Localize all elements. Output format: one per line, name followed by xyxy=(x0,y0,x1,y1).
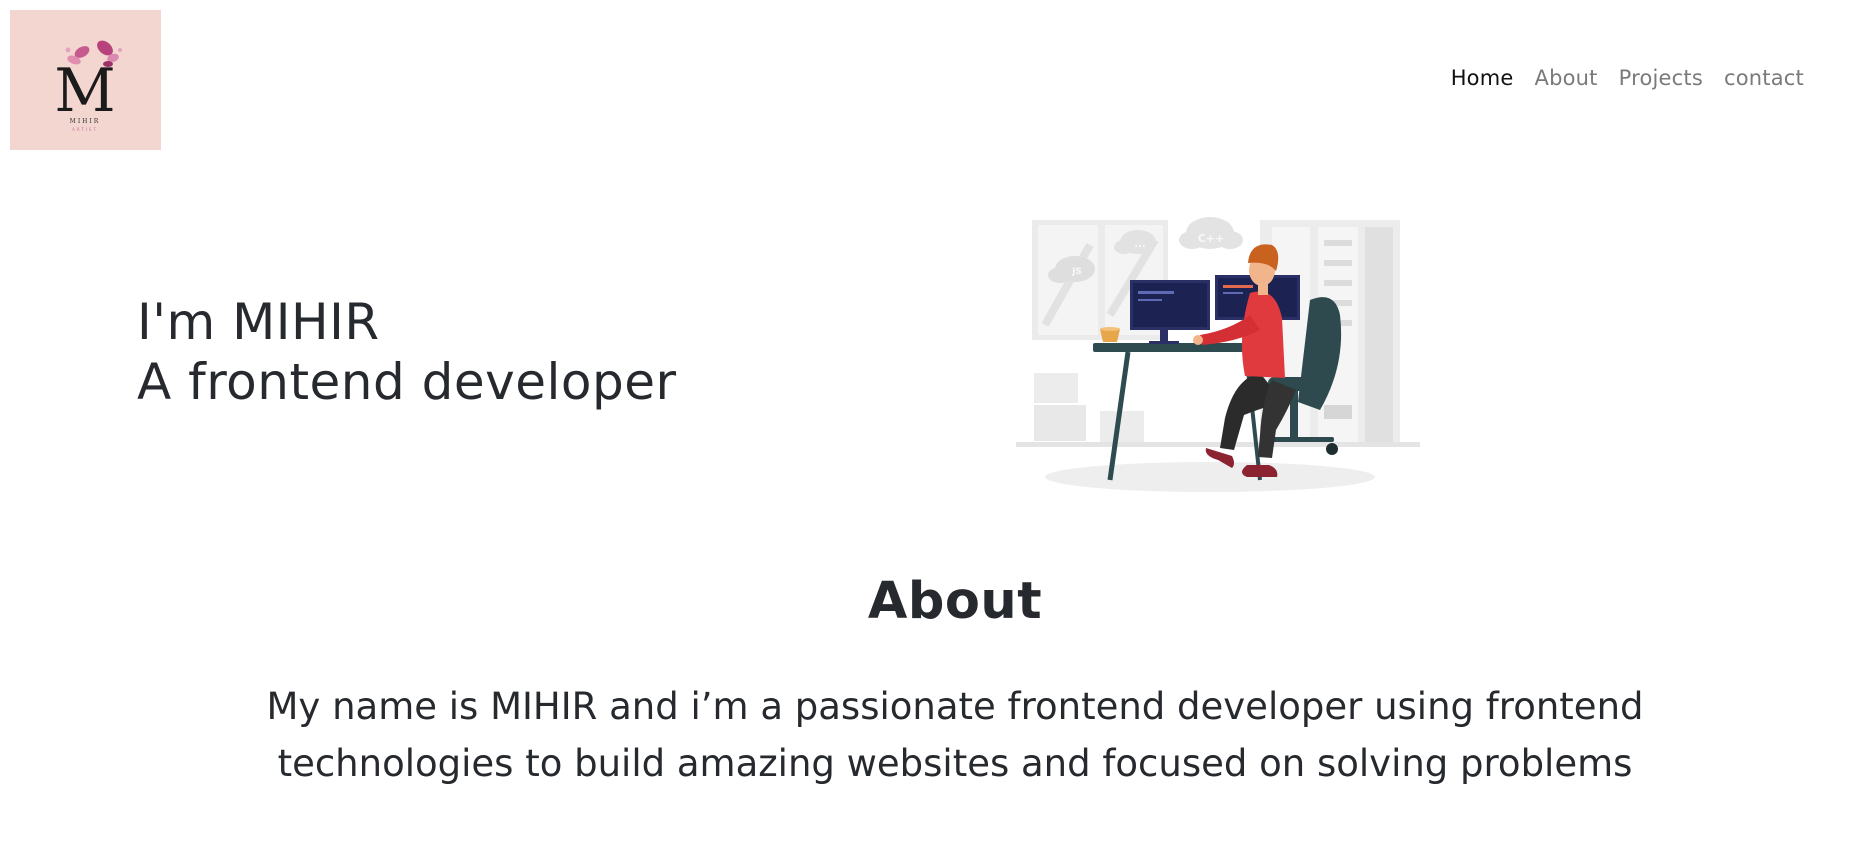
coffee-cup xyxy=(1100,327,1120,342)
about-title: About xyxy=(867,572,1043,631)
nav-home[interactable]: Home xyxy=(1451,66,1514,90)
nav-about[interactable]: About xyxy=(1535,66,1598,90)
logo-mark: M MIHIR ARTIST xyxy=(54,40,122,132)
logo-letter: M xyxy=(54,56,115,126)
main-nav: Home About Projects contact xyxy=(1451,66,1804,90)
logo[interactable]: M MIHIR ARTIST xyxy=(10,10,161,150)
cloud-cpp-label: C++ xyxy=(1198,232,1225,245)
floor-shadow xyxy=(1045,462,1375,492)
nav-projects[interactable]: Projects xyxy=(1619,66,1703,90)
cloud-dots-label: ... xyxy=(1134,239,1145,250)
developer-illustration: JS C++ ... xyxy=(1016,217,1420,492)
logo-subtitle: ARTIST xyxy=(72,127,98,132)
about-description: My name is MIHIR and i’m a passionate fr… xyxy=(266,685,1644,785)
storage-boxes xyxy=(1034,373,1144,442)
hero-line-role: A frontend developer xyxy=(137,353,677,411)
cloud-js-label: JS xyxy=(1071,267,1082,277)
hero-line-name: I'm MIHIR xyxy=(137,293,380,351)
cloud-cpp: C++ xyxy=(1179,217,1243,249)
hero-heading: I'm MIHIR A frontend developer xyxy=(137,292,677,412)
floor-line xyxy=(1016,442,1420,447)
logo-name: MIHIR xyxy=(70,118,101,125)
nav-contact[interactable]: contact xyxy=(1724,66,1804,90)
